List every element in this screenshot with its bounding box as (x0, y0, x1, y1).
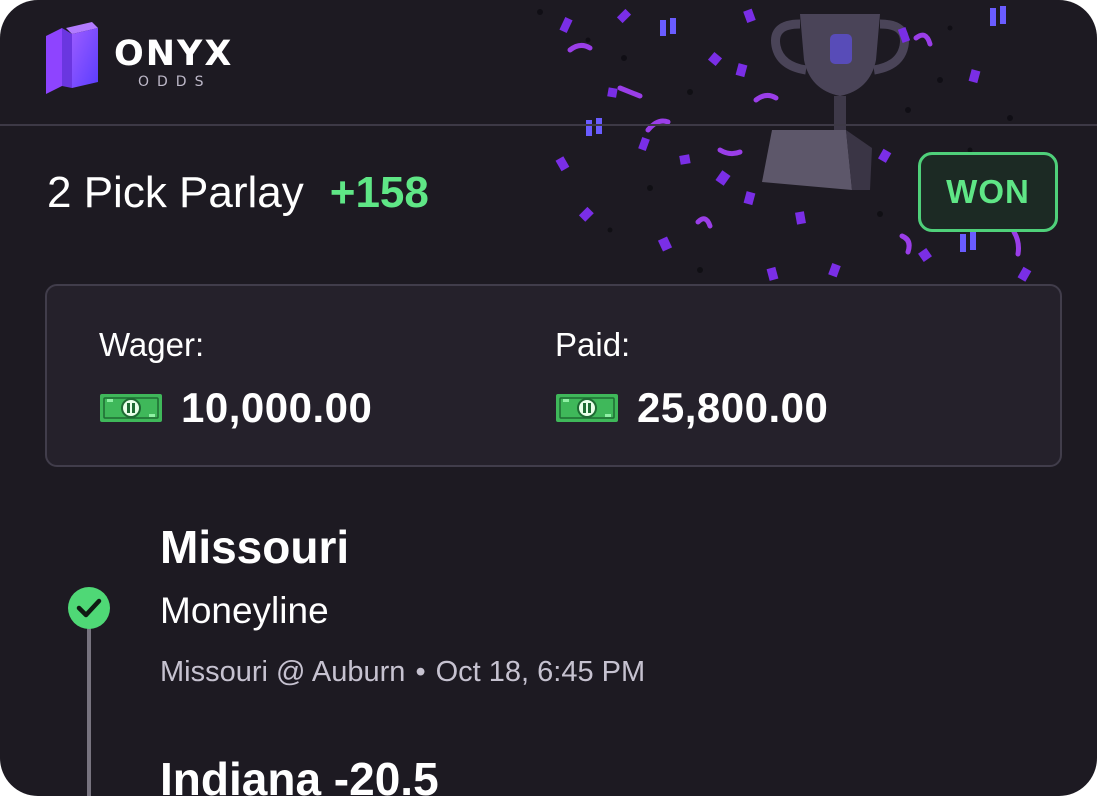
wager-value-row: 10,000.00 (99, 384, 372, 432)
paid-label: Paid: (555, 326, 631, 363)
pick-1-market: Moneyline (160, 590, 329, 631)
wager-summary: Wager: 10,000.00 Paid: 25,800.00 (45, 284, 1062, 467)
cash-icon (100, 394, 162, 422)
status-badge: WON (918, 152, 1058, 232)
header-divider (0, 124, 1097, 126)
pick-1-time: Oct 18, 6:45 PM (435, 656, 646, 688)
cash-icon (556, 394, 618, 422)
wager-label: Wager: (99, 326, 205, 363)
onyx-logo-icon (46, 22, 98, 94)
paid-value-row: 25,800.00 (555, 384, 828, 432)
wager-amount: 10,000.00 (181, 384, 373, 431)
brand-subtitle: ODDS (138, 74, 212, 90)
wager-column: Wager: 10,000.00 (99, 326, 372, 432)
pick-1-selection[interactable]: Missouri (160, 520, 349, 574)
bet-odds: +158 (329, 168, 429, 217)
check-circle-icon (68, 587, 110, 629)
timeline-line (87, 625, 91, 796)
onyx-odds-logo[interactable]: ONYX ODDS (44, 22, 244, 94)
paid-column: Paid: 25,800.00 (555, 326, 828, 432)
bet-card: ONYX ODDS 2 Pick Parlay +158 WON Wager: … (0, 0, 1097, 796)
pick-1-matchup: Missouri @ Auburn (160, 656, 406, 688)
pick-2-selection[interactable]: Indiana -20.5 (160, 752, 439, 796)
celebration-confetti (537, 6, 1032, 282)
pick-1-meta: Missouri @ Auburn • Oct 18, 6:45 PM (160, 656, 645, 689)
brand-name: ONYX (114, 34, 234, 74)
bet-title: 2 Pick Parlay (47, 168, 304, 217)
bet-title-row: 2 Pick Parlay +158 (47, 168, 429, 224)
paid-amount: 25,800.00 (637, 384, 829, 431)
trophy-icon (762, 14, 909, 190)
meta-separator: • (415, 656, 426, 688)
app-header: ONYX ODDS (0, 0, 1097, 282)
